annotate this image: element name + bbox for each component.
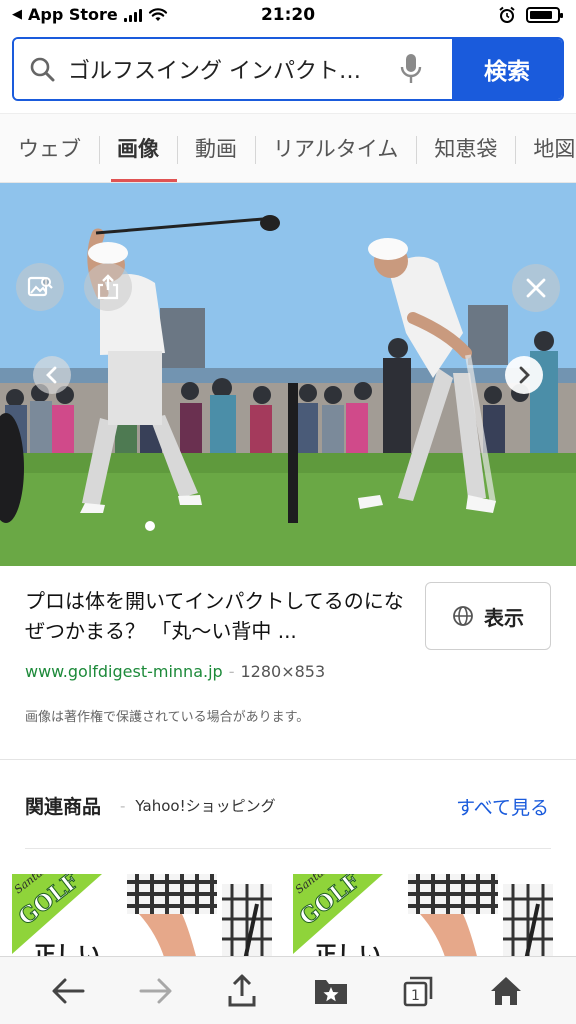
home-button[interactable] <box>484 969 528 1013</box>
search-bar: ゴルフスイング インパクト… 検索 <box>12 37 564 101</box>
tab-web[interactable]: ウェブ <box>0 114 99 182</box>
search-button[interactable]: 検索 <box>452 39 562 99</box>
tab-realtime[interactable]: リアルタイム <box>255 114 416 182</box>
related-product-card[interactable]: SantaRec GOLF 正しい <box>12 874 282 960</box>
search-type-tabs: ウェブ 画像 動画 リアルタイム 知恵袋 地図 <box>0 113 576 183</box>
share-icon <box>228 974 256 1007</box>
tabs-count: 1 <box>411 988 420 1004</box>
result-dimensions: 1280×853 <box>240 662 326 681</box>
search-input[interactable]: ゴルフスイング インパクト… <box>14 39 452 99</box>
share-image-button[interactable] <box>84 263 132 311</box>
alarm-icon <box>499 6 515 23</box>
result-meta: www.golfdigest-minna.jp -1280×853 <box>25 662 325 681</box>
related-products-source: - Yahoo!ショッピング <box>120 795 276 816</box>
view-page-label: 表示 <box>484 605 524 630</box>
bookmarks-button[interactable] <box>309 969 353 1013</box>
share-button[interactable] <box>220 969 264 1013</box>
search-query: ゴルフスイング インパクト… <box>68 59 361 84</box>
image-search-icon <box>27 276 53 297</box>
close-preview-button[interactable] <box>512 264 560 312</box>
tabs-icon: 1 <box>403 976 433 1007</box>
copyright-notice: 画像は著作権で保護されている場合があります。 <box>25 710 310 725</box>
arrow-right-icon <box>139 978 172 1004</box>
status-bar: ◀ App Store 21:20 <box>0 0 576 32</box>
image-search-button[interactable] <box>16 263 64 311</box>
chevron-left-icon <box>46 366 57 384</box>
battery-level <box>530 11 553 19</box>
related-products-title: 関連商品 <box>25 796 102 818</box>
previous-image-button[interactable] <box>33 356 71 394</box>
bookmark-folder-icon <box>315 980 347 1004</box>
source-label: Yahoo!ショッピング <box>135 797 276 815</box>
result-domain[interactable]: www.golfdigest-minna.jp <box>25 662 223 681</box>
image-result-info: プロは体を開いてインパクトしてるのになぜつかまる？ 「丸〜い背中 ... 表示 … <box>0 566 576 760</box>
divider <box>25 848 551 849</box>
related-product-card[interactable]: SantaRec GOLF 正しい <box>293 874 563 960</box>
clock: 21:20 <box>260 5 316 25</box>
home-icon <box>491 977 521 1005</box>
result-title[interactable]: プロは体を開いてインパクトしてるのになぜつかまる？ 「丸〜い背中 ... <box>25 586 405 646</box>
microphone-icon[interactable] <box>396 51 426 87</box>
source-separator: - <box>120 797 126 815</box>
browser-toolbar: 1 <box>0 956 576 1024</box>
share-icon <box>97 274 119 300</box>
tabs-button[interactable]: 1 <box>396 969 440 1013</box>
tab-map[interactable]: 地図 <box>515 114 576 182</box>
view-page-button[interactable]: 表示 <box>425 582 551 650</box>
see-all-link[interactable]: すべて見る <box>456 793 549 820</box>
forward-button[interactable] <box>134 969 178 1013</box>
next-image-button[interactable] <box>505 356 543 394</box>
tab-images[interactable]: 画像 <box>99 114 177 182</box>
back-button[interactable] <box>46 969 90 1013</box>
arrow-left-icon <box>52 978 85 1004</box>
search-icon <box>28 55 56 83</box>
related-products-header: 関連商品 - Yahoo!ショッピング すべて見る <box>0 760 576 850</box>
tab-chiebukuro[interactable]: 知恵袋 <box>416 114 515 182</box>
image-preview[interactable] <box>0 183 576 566</box>
globe-icon <box>453 606 473 626</box>
tab-video[interactable]: 動画 <box>177 114 255 182</box>
close-icon <box>526 278 546 298</box>
meta-separator: - <box>228 662 235 681</box>
battery-icon <box>526 7 563 23</box>
chevron-right-icon <box>519 366 530 384</box>
